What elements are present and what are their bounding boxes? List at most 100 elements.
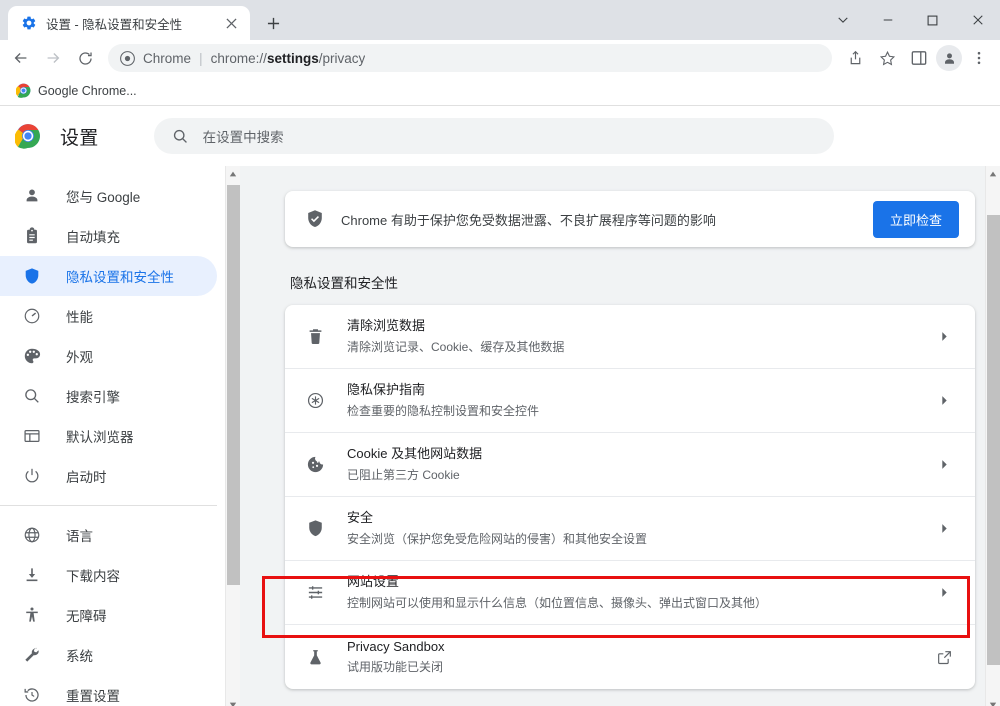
- scroll-up-arrow-icon[interactable]: [226, 166, 241, 181]
- star-icon[interactable]: [872, 43, 902, 73]
- row-subtitle: 试用版功能已关闭: [347, 660, 444, 675]
- scrollbar-track[interactable]: [226, 181, 241, 697]
- sidebar-item-label: 下载内容: [66, 569, 120, 584]
- bookmark-item[interactable]: Google Chrome...: [8, 80, 145, 101]
- scrollbar-thumb[interactable]: [226, 185, 240, 585]
- chevron-right-icon[interactable]: [935, 459, 953, 470]
- minimize-icon[interactable]: [865, 0, 910, 40]
- side-panel-icon[interactable]: [904, 43, 934, 73]
- row-privacy-sandbox[interactable]: Privacy Sandbox 试用版功能已关闭: [285, 625, 975, 689]
- bookmarks-bar: Google Chrome...: [0, 76, 1000, 106]
- search-input[interactable]: 在设置中搜索: [153, 118, 834, 154]
- sidebar-item-label: 启动时: [66, 470, 107, 485]
- external-link-icon[interactable]: [935, 650, 953, 665]
- tab-close-icon[interactable]: [222, 14, 241, 33]
- scroll-down-arrow-icon[interactable]: [226, 697, 241, 706]
- settings-main-pane: Chrome 有助于保护您免受数据泄露、不良扩展程序等问题的影响 立即检查 隐私…: [240, 166, 985, 706]
- back-arrow-icon[interactable]: [6, 43, 36, 73]
- chevron-right-icon[interactable]: [935, 395, 953, 406]
- sidebar-item-you-and-google[interactable]: 您与 Google: [0, 176, 217, 216]
- shield-icon: [22, 266, 42, 286]
- omnibox-separator: |: [199, 50, 203, 66]
- reload-icon[interactable]: [70, 43, 100, 73]
- new-tab-button[interactable]: [259, 9, 287, 37]
- sidebar-item-label: 系统: [66, 649, 93, 664]
- tune-sliders-icon: [305, 583, 325, 603]
- row-text: 隐私保护指南 检查重要的隐私控制设置和安全控件: [347, 381, 913, 420]
- sidebar-item-default-browser[interactable]: 默认浏览器: [0, 416, 217, 456]
- forward-arrow-icon[interactable]: [38, 43, 68, 73]
- sidebar-item-privacy-and-security[interactable]: 隐私设置和安全性: [0, 256, 217, 296]
- row-text: 网站设置 控制网站可以使用和显示什么信息（如位置信息、摄像头、弹出式窗口及其他）: [347, 573, 913, 612]
- scroll-up-arrow-icon[interactable]: [986, 166, 1000, 181]
- history-restore-icon: [22, 685, 42, 705]
- sidebar-item-search-engine[interactable]: 搜索引擎: [0, 376, 217, 416]
- shield-check-icon: [305, 209, 325, 229]
- sidebar-item-on-startup[interactable]: 启动时: [0, 456, 217, 496]
- speedometer-icon: [22, 306, 42, 326]
- sidebar-scrollbar[interactable]: [225, 166, 240, 706]
- search-placeholder: 在设置中搜索: [202, 130, 284, 145]
- sidebar-item-system[interactable]: 系统: [0, 635, 217, 675]
- row-title: 清除浏览数据: [347, 318, 426, 334]
- row-subtitle: 已阻止第三方 Cookie: [347, 467, 460, 482]
- row-site-settings[interactable]: 网站设置 控制网站可以使用和显示什么信息（如位置信息、摄像头、弹出式窗口及其他）: [285, 561, 975, 625]
- sidebar-item-autofill[interactable]: 自动填充: [0, 216, 217, 256]
- row-cookies-and-site-data[interactable]: Cookie 及其他网站数据 已阻止第三方 Cookie: [285, 433, 975, 497]
- row-clear-browsing-data[interactable]: 清除浏览数据 清除浏览记录、Cookie、缓存及其他数据: [285, 305, 975, 369]
- page-title: 设置: [60, 127, 99, 149]
- bookmark-label: Google Chrome...: [38, 83, 137, 98]
- sidebar-item-label: 您与 Google: [66, 190, 141, 205]
- profile-avatar-icon[interactable]: [936, 45, 962, 71]
- tab-search-icon[interactable]: [820, 0, 865, 40]
- sidebar-item-downloads[interactable]: 下载内容: [0, 555, 217, 595]
- safety-check-text: Chrome 有助于保护您免受数据泄露、不良扩展程序等问题的影响: [341, 212, 716, 228]
- scrollbar-track[interactable]: [986, 181, 1000, 697]
- sidebar-item-appearance[interactable]: 外观: [0, 336, 217, 376]
- row-title: Cookie 及其他网站数据: [347, 446, 483, 462]
- row-text: Privacy Sandbox 试用版功能已关闭: [347, 638, 913, 677]
- row-security[interactable]: 安全 安全浏览（保护您免受危险网站的侵害）和其他安全设置: [285, 497, 975, 561]
- row-subtitle: 控制网站可以使用和显示什么信息（如位置信息、摄像头、弹出式窗口及其他）: [347, 595, 768, 610]
- section-title: 隐私设置和安全性: [290, 276, 398, 291]
- browser-tab[interactable]: 设置 - 隐私设置和安全性: [8, 6, 250, 40]
- run-safety-check-button[interactable]: 立即检查: [872, 200, 959, 238]
- accessibility-icon: [22, 605, 42, 625]
- tab-strip: 设置 - 隐私设置和安全性: [0, 0, 1000, 40]
- sidebar-item-label: 重置设置: [66, 689, 120, 704]
- row-title: Privacy Sandbox: [347, 638, 445, 654]
- close-icon[interactable]: [955, 0, 1000, 40]
- sidebar-item-performance[interactable]: 性能: [0, 296, 217, 336]
- sidebar-item-reset-settings[interactable]: 重置设置: [0, 675, 217, 706]
- settings-content: 您与 Google 自动填充 隐私设置和安全性 性能 外观 搜索引擎 默认浏览器…: [0, 166, 1000, 706]
- sidebar-item-languages[interactable]: 语言: [0, 515, 217, 555]
- url-bold: settings: [266, 50, 319, 66]
- maximize-icon[interactable]: [910, 0, 955, 40]
- sidebar-item-label: 隐私设置和安全性: [66, 270, 174, 285]
- chrome-logo-icon: [14, 123, 41, 149]
- three-dot-menu-icon[interactable]: [964, 43, 994, 73]
- shield-icon: [305, 519, 325, 539]
- power-icon: [22, 466, 42, 486]
- scrollbar-thumb[interactable]: [986, 215, 1000, 665]
- main-scrollbar[interactable]: [985, 166, 1000, 706]
- row-privacy-guide[interactable]: 隐私保护指南 检查重要的隐私控制设置和安全控件: [285, 369, 975, 433]
- url-suffix: /privacy: [318, 50, 366, 66]
- privacy-settings-list: 清除浏览数据 清除浏览记录、Cookie、缓存及其他数据 隐私保护指南 检查重要…: [285, 305, 975, 689]
- settings-header: 设置 在设置中搜索: [0, 106, 1000, 166]
- share-icon[interactable]: [840, 43, 870, 73]
- browser-window-icon: [22, 426, 42, 446]
- chrome-logo-icon: [16, 83, 31, 98]
- privacy-guide-icon: [305, 391, 325, 411]
- chevron-right-icon[interactable]: [935, 331, 953, 342]
- chevron-right-icon[interactable]: [935, 587, 953, 598]
- search-icon: [172, 128, 189, 145]
- sidebar-item-label: 外观: [66, 350, 93, 365]
- sidebar-divider: [0, 505, 217, 506]
- sidebar-item-accessibility[interactable]: 无障碍: [0, 595, 217, 635]
- scroll-down-arrow-icon[interactable]: [986, 697, 1000, 706]
- chrome-logo-icon: [120, 50, 135, 66]
- chevron-right-icon[interactable]: [935, 523, 953, 534]
- address-bar[interactable]: Chrome | chrome://settings/privacy: [108, 44, 832, 72]
- globe-icon: [22, 525, 42, 545]
